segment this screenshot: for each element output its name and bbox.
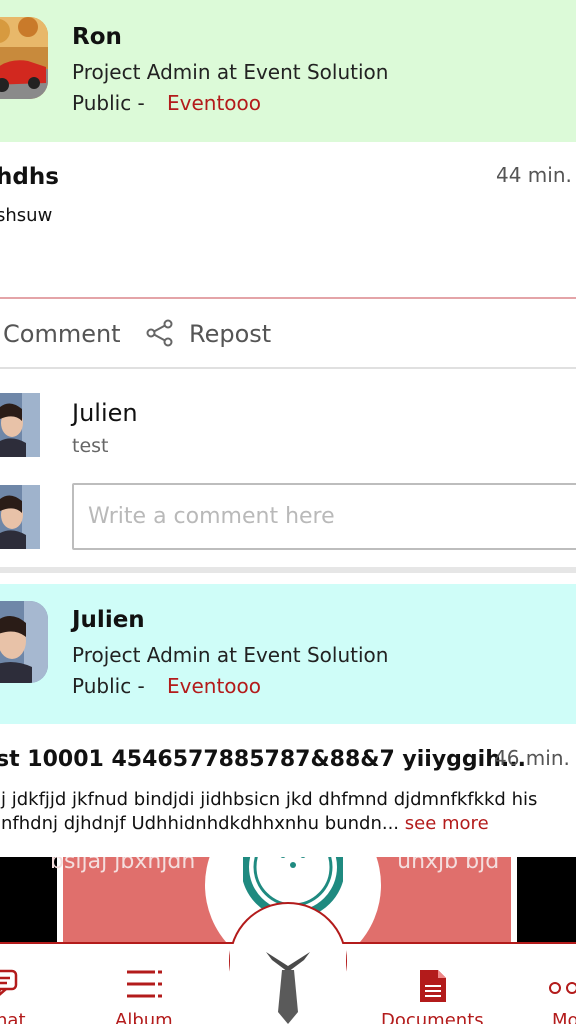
avatar[interactable] — [0, 601, 48, 683]
organization-link[interactable]: Eventooo — [167, 91, 261, 115]
comment-text: test — [72, 435, 109, 457]
see-more-link[interactable]: see more — [405, 813, 489, 834]
share-icon[interactable] — [146, 319, 174, 347]
nav-more-label[interactable]: Mo — [552, 1010, 576, 1024]
chat-icon[interactable] — [0, 968, 20, 1004]
divider — [0, 567, 576, 573]
organization-link[interactable]: Eventooo — [167, 674, 261, 698]
post-author-role: Project Admin at Event Solution — [72, 60, 389, 84]
post-author-role: Project Admin at Event Solution — [72, 643, 389, 667]
post-time: 44 min. a — [496, 163, 576, 187]
repost-button[interactable]: Repost — [189, 320, 271, 348]
post-title[interactable]: st 10001 4546577885787&88&7 yiiyggih... — [0, 747, 526, 772]
post-body: shsuw — [0, 205, 53, 226]
divider — [0, 297, 576, 299]
post-body-line-1: jj jdkfjjd jkfnud bindjdi jidhbsicn jkd … — [0, 789, 538, 810]
comment-input[interactable] — [72, 483, 576, 550]
visibility-label: Public - — [72, 91, 145, 115]
comment-author[interactable]: Julien — [72, 399, 138, 427]
more-icon[interactable] — [548, 980, 576, 999]
post-header-ron: Ron Project Admin at Event Solution Publ… — [0, 0, 576, 142]
tie-icon[interactable] — [264, 950, 312, 1024]
divider — [0, 367, 576, 369]
post-time: 46 min. a — [494, 746, 576, 770]
post-author-name[interactable]: Julien — [72, 607, 145, 633]
album-icon[interactable] — [125, 968, 163, 1006]
post-header-julien: Julien Project Admin at Event Solution P… — [0, 584, 576, 724]
nav-album-label[interactable]: Album — [115, 1010, 173, 1024]
avatar — [0, 485, 40, 549]
post-author-name[interactable]: Ron — [72, 24, 122, 50]
avatar[interactable] — [0, 393, 40, 457]
documents-icon[interactable] — [418, 968, 448, 1008]
nav-documents-label[interactable]: Documents — [381, 1010, 484, 1024]
bottom-nav: hat Album Documents Mo — [0, 902, 576, 1024]
post-title[interactable]: hdhs — [0, 164, 59, 190]
post-body-text: jnfhdnj djhdnjf Udhhidnhdkdhhxnhu bundn.… — [0, 813, 400, 834]
post-body-line-2: jnfhdnj djhdnjf Udhhidnhdkdhhxnhu bundn.… — [0, 813, 489, 834]
visibility-label: Public - — [72, 674, 145, 698]
nav-chat-label[interactable]: hat — [0, 1010, 26, 1024]
avatar[interactable] — [0, 17, 48, 99]
comment-button[interactable]: Comment — [3, 320, 121, 348]
